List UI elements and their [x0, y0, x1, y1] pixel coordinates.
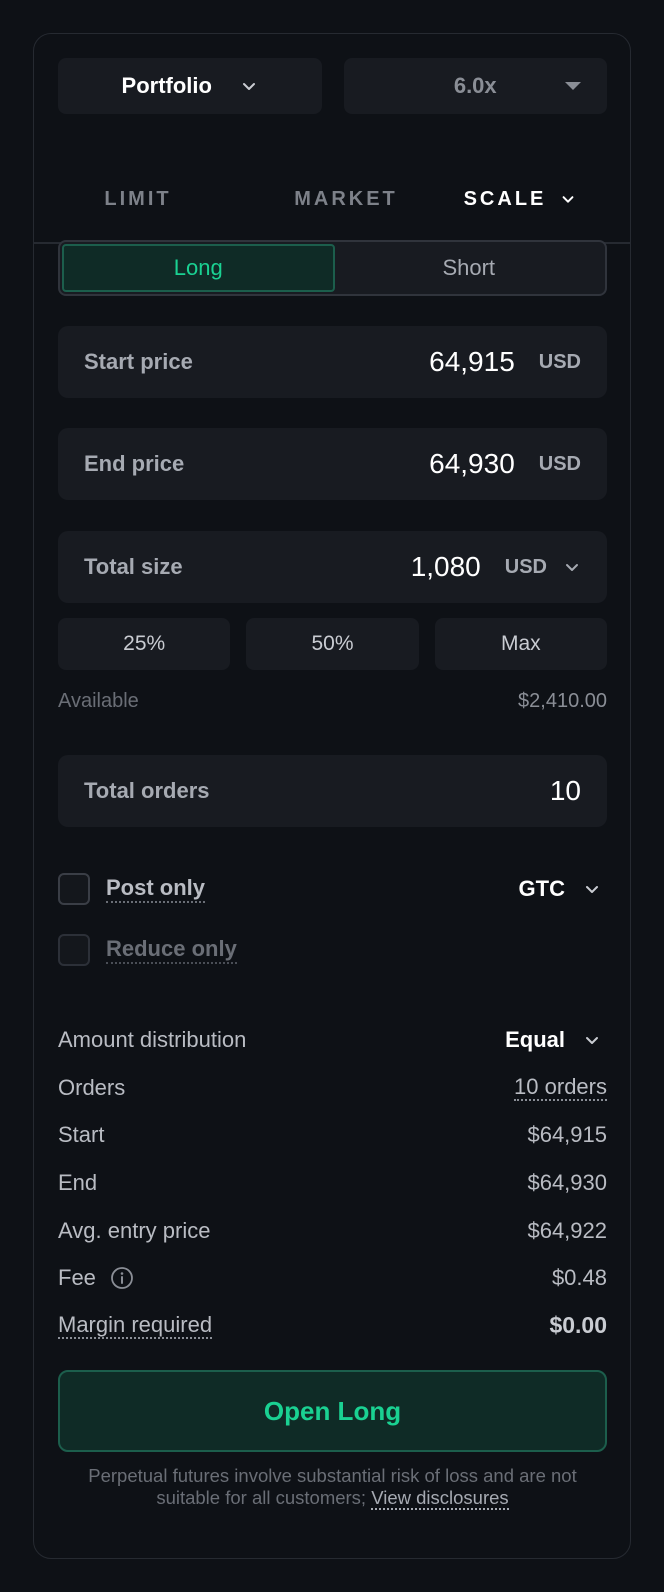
end-price-label: End price: [84, 451, 185, 476]
risk-disclaimer: Perpetual futures involve substantial ri…: [58, 1465, 607, 1510]
start-value: $64,915: [527, 1122, 607, 1148]
account-label: Portfolio: [121, 73, 212, 98]
end-value: $64,930: [527, 1169, 607, 1195]
margin-row: Margin required $0.00: [58, 1302, 607, 1350]
percent-50-button[interactable]: 50%: [246, 618, 419, 670]
start-row: Start $64,915: [58, 1111, 607, 1159]
account-dropdown[interactable]: Portfolio: [58, 58, 322, 114]
start-price-field[interactable]: Start price 64,915 USD: [58, 326, 607, 398]
total-size-input[interactable]: 1,080: [411, 551, 481, 583]
side-toggle: Long Short: [58, 240, 607, 296]
distribution-value: Equal: [505, 1026, 565, 1052]
chevron-down-icon: [586, 1036, 598, 1044]
post-only-row: Post only GTC: [58, 872, 607, 906]
tab-limit[interactable]: LIMIT: [64, 154, 212, 244]
total-size-unit: USD: [504, 555, 547, 578]
fee-row: Fee $0.48: [58, 1254, 607, 1302]
max-button[interactable]: Max: [434, 618, 607, 670]
long-button[interactable]: Long: [62, 244, 335, 292]
avg-entry-row: Avg. entry price $64,922: [58, 1207, 607, 1255]
fee-value: $0.48: [551, 1265, 607, 1291]
available-label: Available: [58, 690, 139, 712]
available-balance: Available $2,410.00: [58, 690, 607, 713]
tab-scale-label: SCALE: [463, 187, 547, 210]
order-form-panel: Portfolio 6.0x LIMIT MARKET SCALE Long S…: [33, 33, 631, 1559]
short-button[interactable]: Short: [335, 244, 604, 292]
total-size-label: Total size: [84, 554, 183, 579]
tab-market[interactable]: MARKET: [256, 154, 436, 244]
header-row: Portfolio 6.0x: [58, 58, 607, 114]
orders-row: Orders 10 orders: [58, 1064, 607, 1112]
view-disclosures-link[interactable]: View disclosures: [371, 1487, 509, 1510]
post-only-checkbox[interactable]: [58, 873, 90, 905]
chevron-down-icon: [566, 564, 578, 571]
available-value: $2,410.00: [518, 690, 607, 712]
leverage-dropdown[interactable]: 6.0x: [343, 58, 607, 114]
avg-entry-label: Avg. entry price: [58, 1217, 211, 1243]
time-in-force-label: GTC: [518, 876, 565, 901]
end-price-input[interactable]: 64,930: [429, 448, 515, 480]
start-price-label: Start price: [84, 349, 193, 374]
chevron-down-icon: [562, 196, 574, 203]
leverage-label: 6.0x: [453, 73, 497, 98]
margin-value: $0.00: [549, 1312, 607, 1339]
reduce-only-checkbox[interactable]: [58, 934, 90, 966]
tab-scale[interactable]: SCALE: [440, 154, 600, 246]
size-unit-dropdown[interactable]: USD: [505, 556, 581, 579]
percent-buttons: 25% 50% Max: [58, 618, 607, 670]
orders-label: Orders: [58, 1074, 126, 1100]
order-type-tabs: LIMIT MARKET SCALE: [34, 154, 630, 246]
order-summary: Amount distribution Equal Orders 10 orde…: [58, 1016, 607, 1350]
distribution-dropdown[interactable]: Equal: [505, 1027, 607, 1053]
percent-25-button[interactable]: 25%: [58, 618, 231, 670]
time-in-force-dropdown[interactable]: GTC: [519, 876, 607, 902]
total-orders-label: Total orders: [84, 778, 210, 803]
fee-label: Fee: [58, 1265, 96, 1291]
end-row: End $64,930: [58, 1159, 607, 1207]
margin-label[interactable]: Margin required: [58, 1312, 213, 1339]
info-icon[interactable]: [110, 1266, 134, 1290]
start-price-unit: USD: [538, 350, 581, 373]
end-price-field[interactable]: End price 64,930 USD: [58, 428, 607, 500]
orders-link[interactable]: 10 orders: [514, 1074, 607, 1101]
total-orders-input[interactable]: 10: [550, 775, 581, 807]
caret-down-icon: [565, 82, 581, 90]
total-size-field[interactable]: Total size 1,080 USD: [58, 531, 607, 603]
end-price-unit: USD: [538, 452, 581, 475]
fee-label-group: Fee: [58, 1265, 134, 1291]
chevron-down-icon: [586, 886, 598, 893]
chevron-down-icon: [242, 83, 255, 90]
total-orders-field[interactable]: Total orders 10: [58, 755, 607, 827]
start-label: Start: [58, 1122, 105, 1148]
distribution-label: Amount distribution: [58, 1026, 247, 1052]
start-price-input[interactable]: 64,915: [429, 346, 515, 378]
avg-entry-value: $64,922: [527, 1217, 607, 1243]
distribution-row: Amount distribution Equal: [58, 1016, 607, 1064]
reduce-only-label[interactable]: Reduce only: [106, 936, 237, 964]
end-label: End: [58, 1169, 98, 1195]
reduce-only-row: Reduce only: [58, 933, 607, 967]
post-only-label[interactable]: Post only: [106, 875, 206, 903]
open-long-button[interactable]: Open Long: [58, 1370, 607, 1452]
